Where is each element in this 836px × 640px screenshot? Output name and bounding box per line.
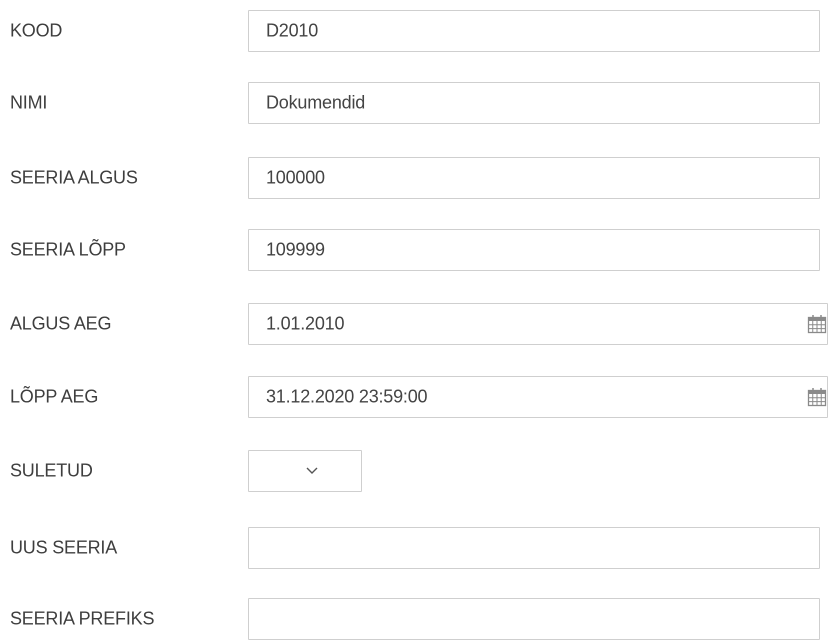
seeria-lopp-field[interactable]: 109999 bbox=[248, 229, 820, 271]
form-row-kood: KOOD D2010 bbox=[0, 10, 836, 52]
seeria-algus-field[interactable]: 100000 bbox=[248, 157, 820, 199]
form-row-lopp-aeg: LÕPP AEG 31.12.2020 23:59:00 bbox=[0, 376, 836, 418]
seeria-lopp-label: SEERIA LÕPP bbox=[10, 239, 126, 260]
nimi-value: Dokumendid bbox=[266, 92, 366, 113]
form-row-nimi: NIMI Dokumendid bbox=[0, 82, 836, 124]
seeria-algus-value: 100000 bbox=[266, 167, 325, 188]
uus-seeria-label: UUS SEERIA bbox=[10, 537, 118, 558]
nimi-field[interactable]: Dokumendid bbox=[248, 82, 820, 124]
suletud-select[interactable] bbox=[248, 450, 362, 492]
suletud-label: SULETUD bbox=[10, 460, 93, 481]
algus-aeg-value: 1.01.2010 bbox=[266, 313, 345, 334]
kood-value: D2010 bbox=[266, 20, 319, 41]
algus-aeg-field[interactable]: 1.01.2010 bbox=[248, 303, 828, 345]
kood-label: KOOD bbox=[10, 20, 63, 41]
uus-seeria-field[interactable] bbox=[248, 527, 820, 569]
form-row-seeria-prefiks: SEERIA PREFIKS bbox=[0, 598, 836, 640]
nimi-label: NIMI bbox=[10, 92, 48, 113]
form-row-suletud: SULETUD bbox=[0, 450, 836, 492]
form-row-algus-aeg: ALGUS AEG 1.01.2010 bbox=[0, 303, 836, 345]
seeria-algus-label: SEERIA ALGUS bbox=[10, 167, 138, 188]
seeria-prefiks-label: SEERIA PREFIKS bbox=[10, 608, 155, 629]
calendar-icon[interactable] bbox=[807, 314, 827, 334]
algus-aeg-label: ALGUS AEG bbox=[10, 313, 112, 334]
lopp-aeg-value: 31.12.2020 23:59:00 bbox=[266, 386, 428, 407]
lopp-aeg-field[interactable]: 31.12.2020 23:59:00 bbox=[248, 376, 828, 418]
form-row-seeria-lopp: SEERIA LÕPP 109999 bbox=[0, 229, 836, 271]
chevron-down-icon bbox=[306, 467, 318, 474]
kood-field[interactable]: D2010 bbox=[248, 10, 820, 52]
seeria-lopp-value: 109999 bbox=[266, 239, 325, 260]
calendar-icon[interactable] bbox=[807, 387, 827, 407]
form-row-uus-seeria: UUS SEERIA bbox=[0, 527, 836, 569]
seeria-prefiks-field[interactable] bbox=[248, 598, 820, 640]
lopp-aeg-label: LÕPP AEG bbox=[10, 386, 99, 407]
form-row-seeria-algus: SEERIA ALGUS 100000 bbox=[0, 157, 836, 199]
